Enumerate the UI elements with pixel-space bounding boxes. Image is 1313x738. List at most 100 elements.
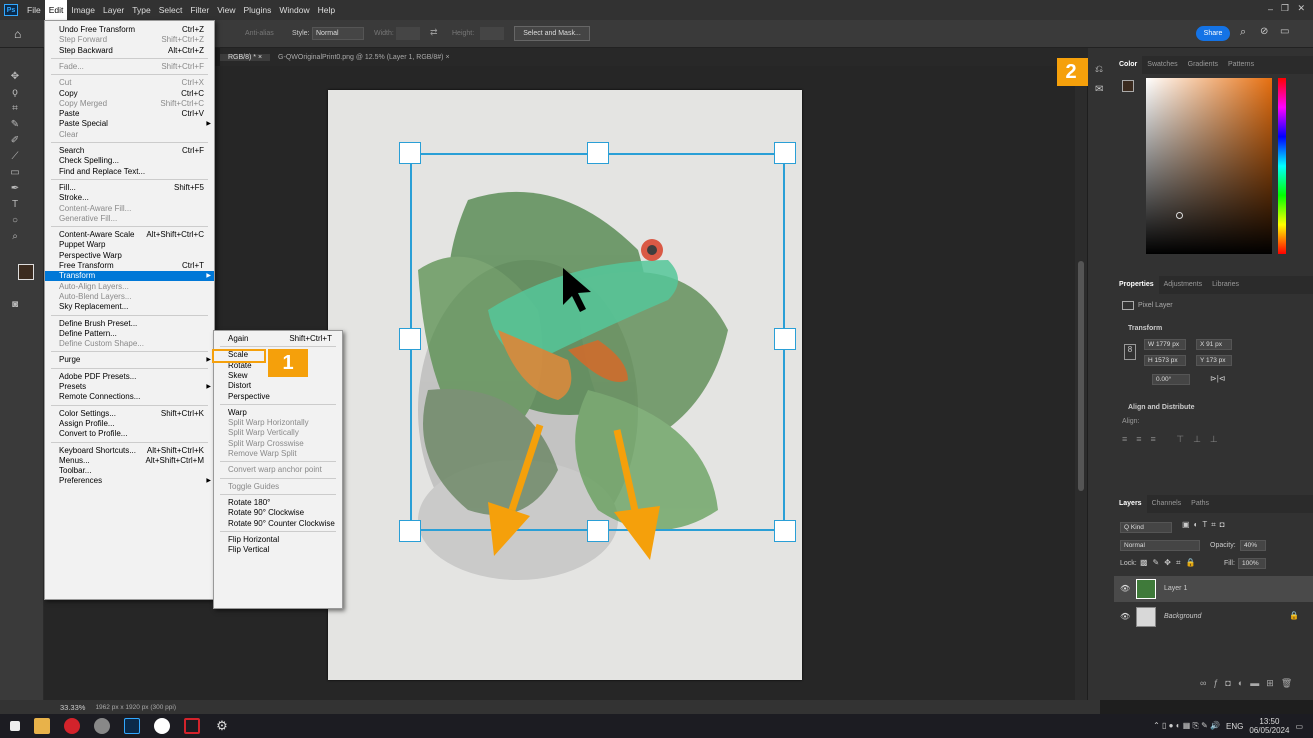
tab-document-1[interactable]: RGB/8) * × bbox=[220, 53, 271, 61]
ellipse-tool-icon[interactable]: ○ bbox=[8, 214, 22, 228]
edit_menu-item-menus[interactable]: Menus... Alt+Shift+Ctrl+M bbox=[45, 456, 214, 466]
search-icon[interactable]: ⌕ bbox=[1240, 26, 1246, 39]
transform-handle-top-right[interactable] bbox=[774, 142, 796, 164]
transform_menu-item-split-warp-crosswise[interactable]: Split Warp Crosswise bbox=[214, 439, 342, 449]
app-icon[interactable] bbox=[94, 718, 110, 734]
color-picker-cursor[interactable] bbox=[1176, 212, 1183, 219]
settings-gear-icon[interactable]: ⚙ bbox=[214, 718, 230, 734]
edit_menu-item-adobe-pdf-presets[interactable]: Adobe PDF Presets... bbox=[45, 372, 214, 382]
edit_menu-item-stroke[interactable]: Stroke... bbox=[45, 193, 214, 203]
transform_menu-item-again[interactable]: Again Shift+Ctrl+T bbox=[214, 334, 342, 344]
select-and-mask-button[interactable]: Select and Mask... bbox=[514, 26, 590, 41]
comments-panel-icon[interactable]: ✉ bbox=[1095, 84, 1103, 95]
restore-icon[interactable]: ❐ bbox=[1281, 3, 1289, 14]
tab-adjustments[interactable]: Adjustments bbox=[1159, 276, 1208, 294]
edit_menu-item-define-pattern[interactable]: Define Pattern... bbox=[45, 329, 214, 339]
menu-edit[interactable]: Edit bbox=[44, 0, 68, 20]
layer-filter-kind[interactable]: Q Kind bbox=[1120, 522, 1172, 533]
edit_menu-item-transform[interactable]: Transform ▶ bbox=[45, 271, 214, 282]
y-field[interactable]: Y 173 px bbox=[1196, 355, 1232, 366]
angle-field[interactable]: 0.00° bbox=[1152, 374, 1190, 385]
tab-properties[interactable]: Properties bbox=[1114, 276, 1159, 294]
align-buttons-icon[interactable]: ≡≡≡ ⊤⊥⊥ bbox=[1122, 434, 1227, 445]
menu-image[interactable]: Image bbox=[67, 0, 99, 20]
clock[interactable]: 13:50 06/05/2024 bbox=[1249, 717, 1289, 735]
menu-view[interactable]: View bbox=[213, 0, 239, 20]
eraser-tool-icon[interactable]: ▭ bbox=[8, 166, 22, 180]
edit_menu-item-paste[interactable]: Paste Ctrl+V bbox=[45, 109, 214, 119]
edit_menu-item-toolbar[interactable]: Toolbar... bbox=[45, 466, 214, 476]
menu-layer[interactable]: Layer bbox=[99, 0, 128, 20]
menu-window[interactable]: Window bbox=[275, 0, 313, 20]
edit_menu-item-auto-align-layers[interactable]: Auto-Align Layers... bbox=[45, 282, 214, 292]
opacity-field[interactable]: 40% bbox=[1240, 540, 1266, 551]
edit_menu-item-copy-merged[interactable]: Copy Merged Shift+Ctrl+C bbox=[45, 99, 214, 109]
transform_menu-item-remove-warp-split[interactable]: Remove Warp Split bbox=[214, 449, 342, 459]
teamviewer-icon[interactable] bbox=[154, 718, 170, 734]
help-icon[interactable]: ⊘ bbox=[1260, 26, 1268, 37]
edit_menu-item-content-aware-fill[interactable]: Content-Aware Fill... bbox=[45, 204, 214, 214]
history-brush-icon[interactable]: ⟋ bbox=[8, 150, 22, 164]
file-explorer-icon[interactable] bbox=[34, 718, 50, 734]
edit_menu-item-step-forward[interactable]: Step Forward Shift+Ctrl+Z bbox=[45, 35, 214, 45]
edit_menu-item-assign-profile[interactable]: Assign Profile... bbox=[45, 419, 214, 429]
type-tool-icon[interactable]: T bbox=[8, 198, 22, 212]
edit_menu-item-puppet-warp[interactable]: Puppet Warp bbox=[45, 240, 214, 250]
vertical-scrollbar[interactable] bbox=[1075, 66, 1087, 700]
transform-handle-middle-right[interactable] bbox=[774, 328, 796, 350]
transform_menu-item-flip-vertical[interactable]: Flip Vertical bbox=[214, 545, 342, 555]
edit_menu-item-color-settings[interactable]: Color Settings... Shift+Ctrl+K bbox=[45, 409, 214, 419]
crop-tool-icon[interactable]: ⌗ bbox=[8, 102, 22, 116]
transform_menu-item-perspective[interactable]: Perspective bbox=[214, 392, 342, 402]
windows-start-icon[interactable] bbox=[10, 721, 20, 731]
x-field[interactable]: X 91 px bbox=[1196, 339, 1232, 350]
tab-paths[interactable]: Paths bbox=[1186, 495, 1214, 513]
flip-horizontal-icon[interactable]: ⊳|⊲ bbox=[1210, 374, 1225, 383]
width-input[interactable] bbox=[396, 27, 420, 40]
workspace-icon[interactable]: ▭ bbox=[1280, 26, 1289, 37]
menu-help[interactable]: Help bbox=[314, 0, 339, 20]
edit_menu-item-content-aware-scale[interactable]: Content-Aware Scale Alt+Shift+Ctrl+C bbox=[45, 230, 214, 240]
transform-handle-bottom-right[interactable] bbox=[774, 520, 796, 542]
transform_menu-item-warp[interactable]: Warp bbox=[214, 408, 342, 418]
edit_menu-item-find-and-replace-text[interactable]: Find and Replace Text... bbox=[45, 167, 214, 177]
transform_menu-item-rotate-90-clockwise[interactable]: Rotate 90° Clockwise bbox=[214, 508, 342, 518]
transform-handle-top-left[interactable] bbox=[399, 142, 421, 164]
brush-tool-icon[interactable]: ✐ bbox=[8, 134, 22, 148]
menu-plugins[interactable]: Plugins bbox=[239, 0, 275, 20]
tab-channels[interactable]: Channels bbox=[1147, 495, 1187, 513]
share-button[interactable]: Share bbox=[1196, 26, 1230, 41]
app-red-icon[interactable] bbox=[184, 718, 200, 734]
transform-handle-middle-left[interactable] bbox=[399, 328, 421, 350]
transform_menu-item-flip-horizontal[interactable]: Flip Horizontal bbox=[214, 535, 342, 545]
tab-patterns[interactable]: Patterns bbox=[1223, 56, 1259, 74]
height-field[interactable]: H 1573 px bbox=[1144, 355, 1186, 366]
edit_menu-item-auto-blend-layers[interactable]: Auto-Blend Layers... bbox=[45, 292, 214, 302]
visibility-eye-icon[interactable]: 👁 bbox=[1120, 612, 1130, 621]
visibility-eye-icon[interactable]: 👁 bbox=[1120, 584, 1130, 593]
language-indicator[interactable]: ENG bbox=[1226, 722, 1243, 731]
fg-color-chip[interactable] bbox=[1122, 80, 1134, 92]
menu-select[interactable]: Select bbox=[155, 0, 187, 20]
transform_menu-item-toggle-guides[interactable]: Toggle Guides bbox=[214, 482, 342, 492]
edit_menu-item-search[interactable]: Search Ctrl+F bbox=[45, 146, 214, 156]
close-icon[interactable]: ✕ bbox=[1297, 3, 1305, 14]
tab-gradients[interactable]: Gradients bbox=[1183, 56, 1223, 74]
foreground-color-swatch[interactable] bbox=[18, 264, 34, 280]
swap-icon[interactable]: ⇄ bbox=[430, 27, 438, 38]
edit_menu-item-clear[interactable]: Clear bbox=[45, 130, 214, 140]
transform-bounding-box[interactable] bbox=[410, 153, 785, 531]
transform-handle-top-center[interactable] bbox=[587, 142, 609, 164]
edit_menu-item-undo-free-transform[interactable]: Undo Free Transform Ctrl+Z bbox=[45, 25, 214, 35]
edit_menu-item-copy[interactable]: Copy Ctrl+C bbox=[45, 89, 214, 99]
edit_menu-item-step-backward[interactable]: Step Backward Alt+Ctrl+Z bbox=[45, 46, 214, 56]
edit_menu-item-paste-special[interactable]: Paste Special ▶ bbox=[45, 119, 214, 129]
edit_menu-item-generative-fill[interactable]: Generative Fill... bbox=[45, 214, 214, 224]
transform_menu-item-split-warp-vertically[interactable]: Split Warp Vertically bbox=[214, 428, 342, 438]
fill-field[interactable]: 100% bbox=[1238, 558, 1266, 569]
menu-type[interactable]: Type bbox=[128, 0, 154, 20]
document-info[interactable]: 1962 px x 1920 px (300 ppi) bbox=[95, 704, 176, 711]
transform_menu-item-distort[interactable]: Distort bbox=[214, 381, 342, 391]
blend-mode-select[interactable]: Normal bbox=[1120, 540, 1200, 551]
transform_menu-item-convert-warp-anchor-point[interactable]: Convert warp anchor point bbox=[214, 465, 342, 475]
